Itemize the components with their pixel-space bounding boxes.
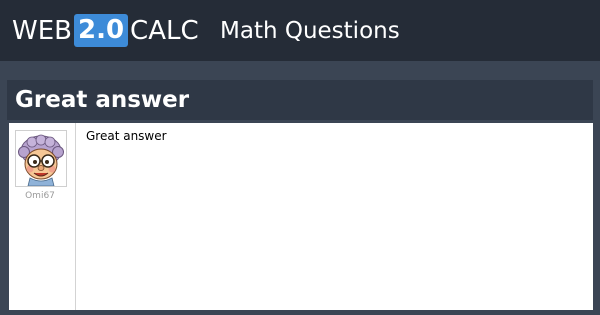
- site-logo[interactable]: WEB 2.0 CALC: [12, 14, 199, 47]
- answer-panel: Omi67 Great answer: [9, 123, 593, 310]
- answer-body: Great answer: [86, 129, 167, 143]
- section-link[interactable]: Math Questions: [220, 16, 400, 46]
- user-column: Omi67: [9, 123, 76, 310]
- page-title-bar: Great answer: [7, 80, 593, 120]
- logo-text-right: CALC: [130, 15, 199, 46]
- page-title: Great answer: [15, 87, 190, 113]
- site-header: WEB 2.0 CALC Math Questions: [0, 0, 600, 61]
- avatar-illustration: [18, 134, 64, 186]
- logo-version-badge: 2.0: [73, 14, 129, 47]
- logo-text-left: WEB: [12, 15, 72, 46]
- username-link[interactable]: Omi67: [9, 190, 71, 202]
- grandma-avatar-icon[interactable]: [15, 130, 67, 187]
